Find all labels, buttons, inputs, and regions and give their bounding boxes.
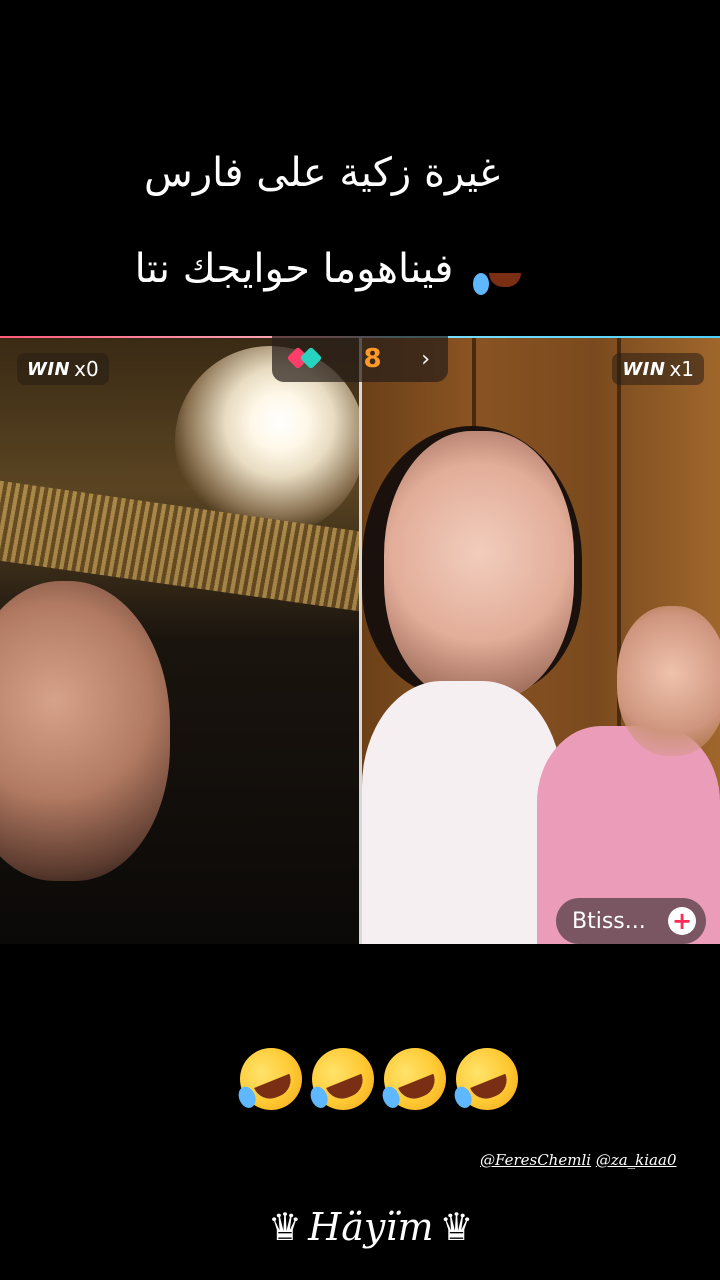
signature-text: Häyïm (308, 1205, 434, 1249)
win-count: x1 (669, 357, 694, 381)
left-host-video[interactable] (0, 336, 359, 944)
laughing-emoji-icon (374, 1038, 456, 1120)
right-host-face (384, 431, 574, 701)
guest-face (617, 606, 720, 756)
credit-user-1[interactable]: @FeresChemli (480, 1151, 591, 1169)
caption-line-2: فيناهوما حوايجك نتا (0, 245, 682, 297)
laughing-emoji-icon (230, 1038, 312, 1120)
follow-guest-pill[interactable]: Btiss... + (556, 898, 706, 944)
caption-line-2-text: فيناهوما حوايجك نتا (134, 246, 454, 292)
battle-gift-widget[interactable]: 8 › (272, 336, 448, 382)
laughing-emoji-icon (302, 1038, 384, 1120)
guest-name: Btiss... (572, 908, 646, 934)
battle-divider (359, 336, 362, 944)
left-win-badge: WIN x0 (17, 353, 109, 385)
right-win-badge: WIN x1 (612, 353, 704, 385)
laughing-emoji-icon (446, 1038, 528, 1120)
crown-icon: ♛ (268, 1205, 303, 1249)
credits-text: @FeresChemli @za_kiaa0 (480, 1151, 677, 1169)
follow-plus-button[interactable]: + (668, 907, 696, 935)
win-label: WIN (622, 358, 666, 380)
chevron-right-icon[interactable]: › (421, 347, 430, 372)
right-host-video[interactable] (362, 336, 720, 944)
win-count: x0 (74, 357, 99, 381)
gift-count: 8 (363, 344, 382, 374)
live-battle-stage: WIN x0 WIN x1 8 › (0, 336, 720, 944)
left-host-face (0, 581, 170, 881)
credit-user-2[interactable]: @za_kiaa0 (596, 1151, 677, 1169)
right-host-dress (362, 681, 562, 944)
laughing-emoji-icon (453, 245, 505, 297)
crown-icon: ♛ (439, 1205, 474, 1249)
caption-line-1: غيرة زكية على فارس (144, 150, 500, 196)
win-label: WIN (27, 358, 71, 380)
laughing-emoji-row (230, 1038, 528, 1120)
signature: ♛ Häyïm ♛ (268, 1205, 474, 1249)
gift-boxes-icon (286, 346, 324, 371)
